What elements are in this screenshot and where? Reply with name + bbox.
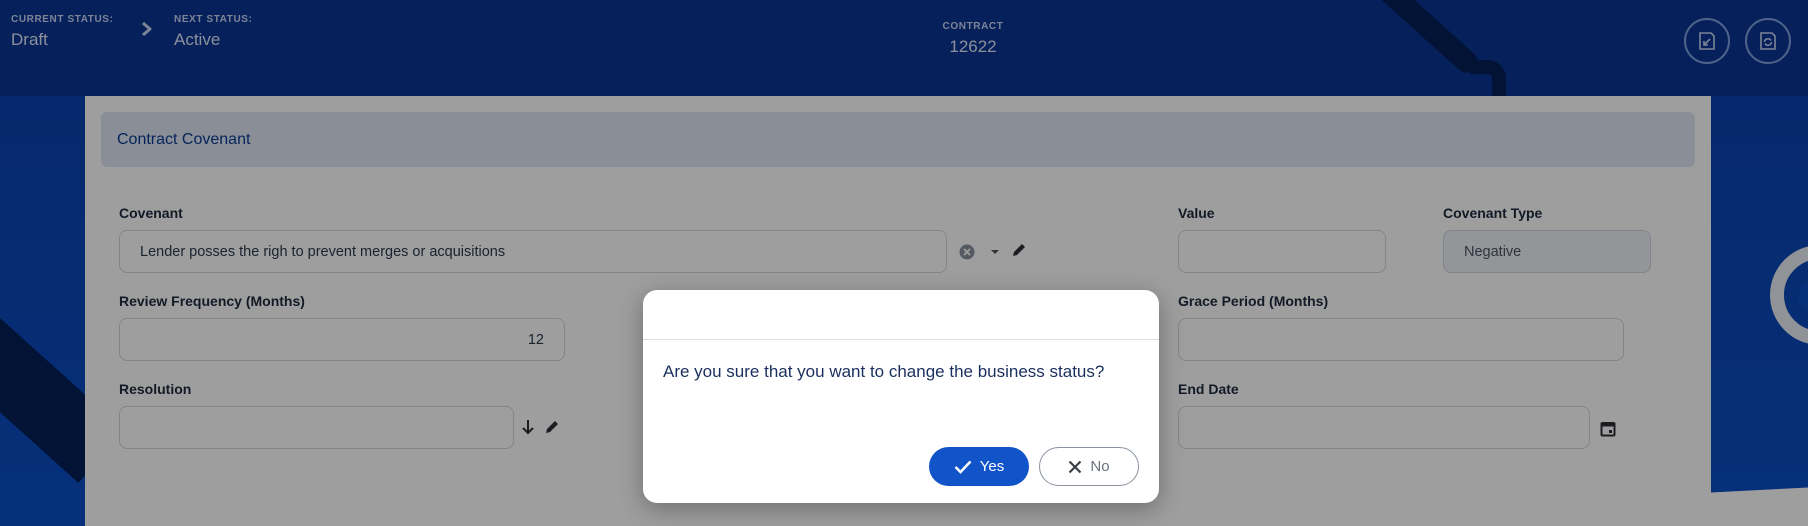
no-label: No xyxy=(1090,458,1110,475)
dialog-message: Are you sure that you want to change the… xyxy=(663,362,1105,381)
yes-label: Yes xyxy=(979,458,1005,475)
dialog-header xyxy=(643,290,1159,340)
yes-button[interactable]: Yes xyxy=(929,447,1029,486)
check-icon xyxy=(954,460,972,474)
close-icon xyxy=(1069,460,1082,473)
confirm-dialog: Are you sure that you want to change the… xyxy=(643,290,1159,503)
no-button[interactable]: No xyxy=(1039,447,1139,486)
